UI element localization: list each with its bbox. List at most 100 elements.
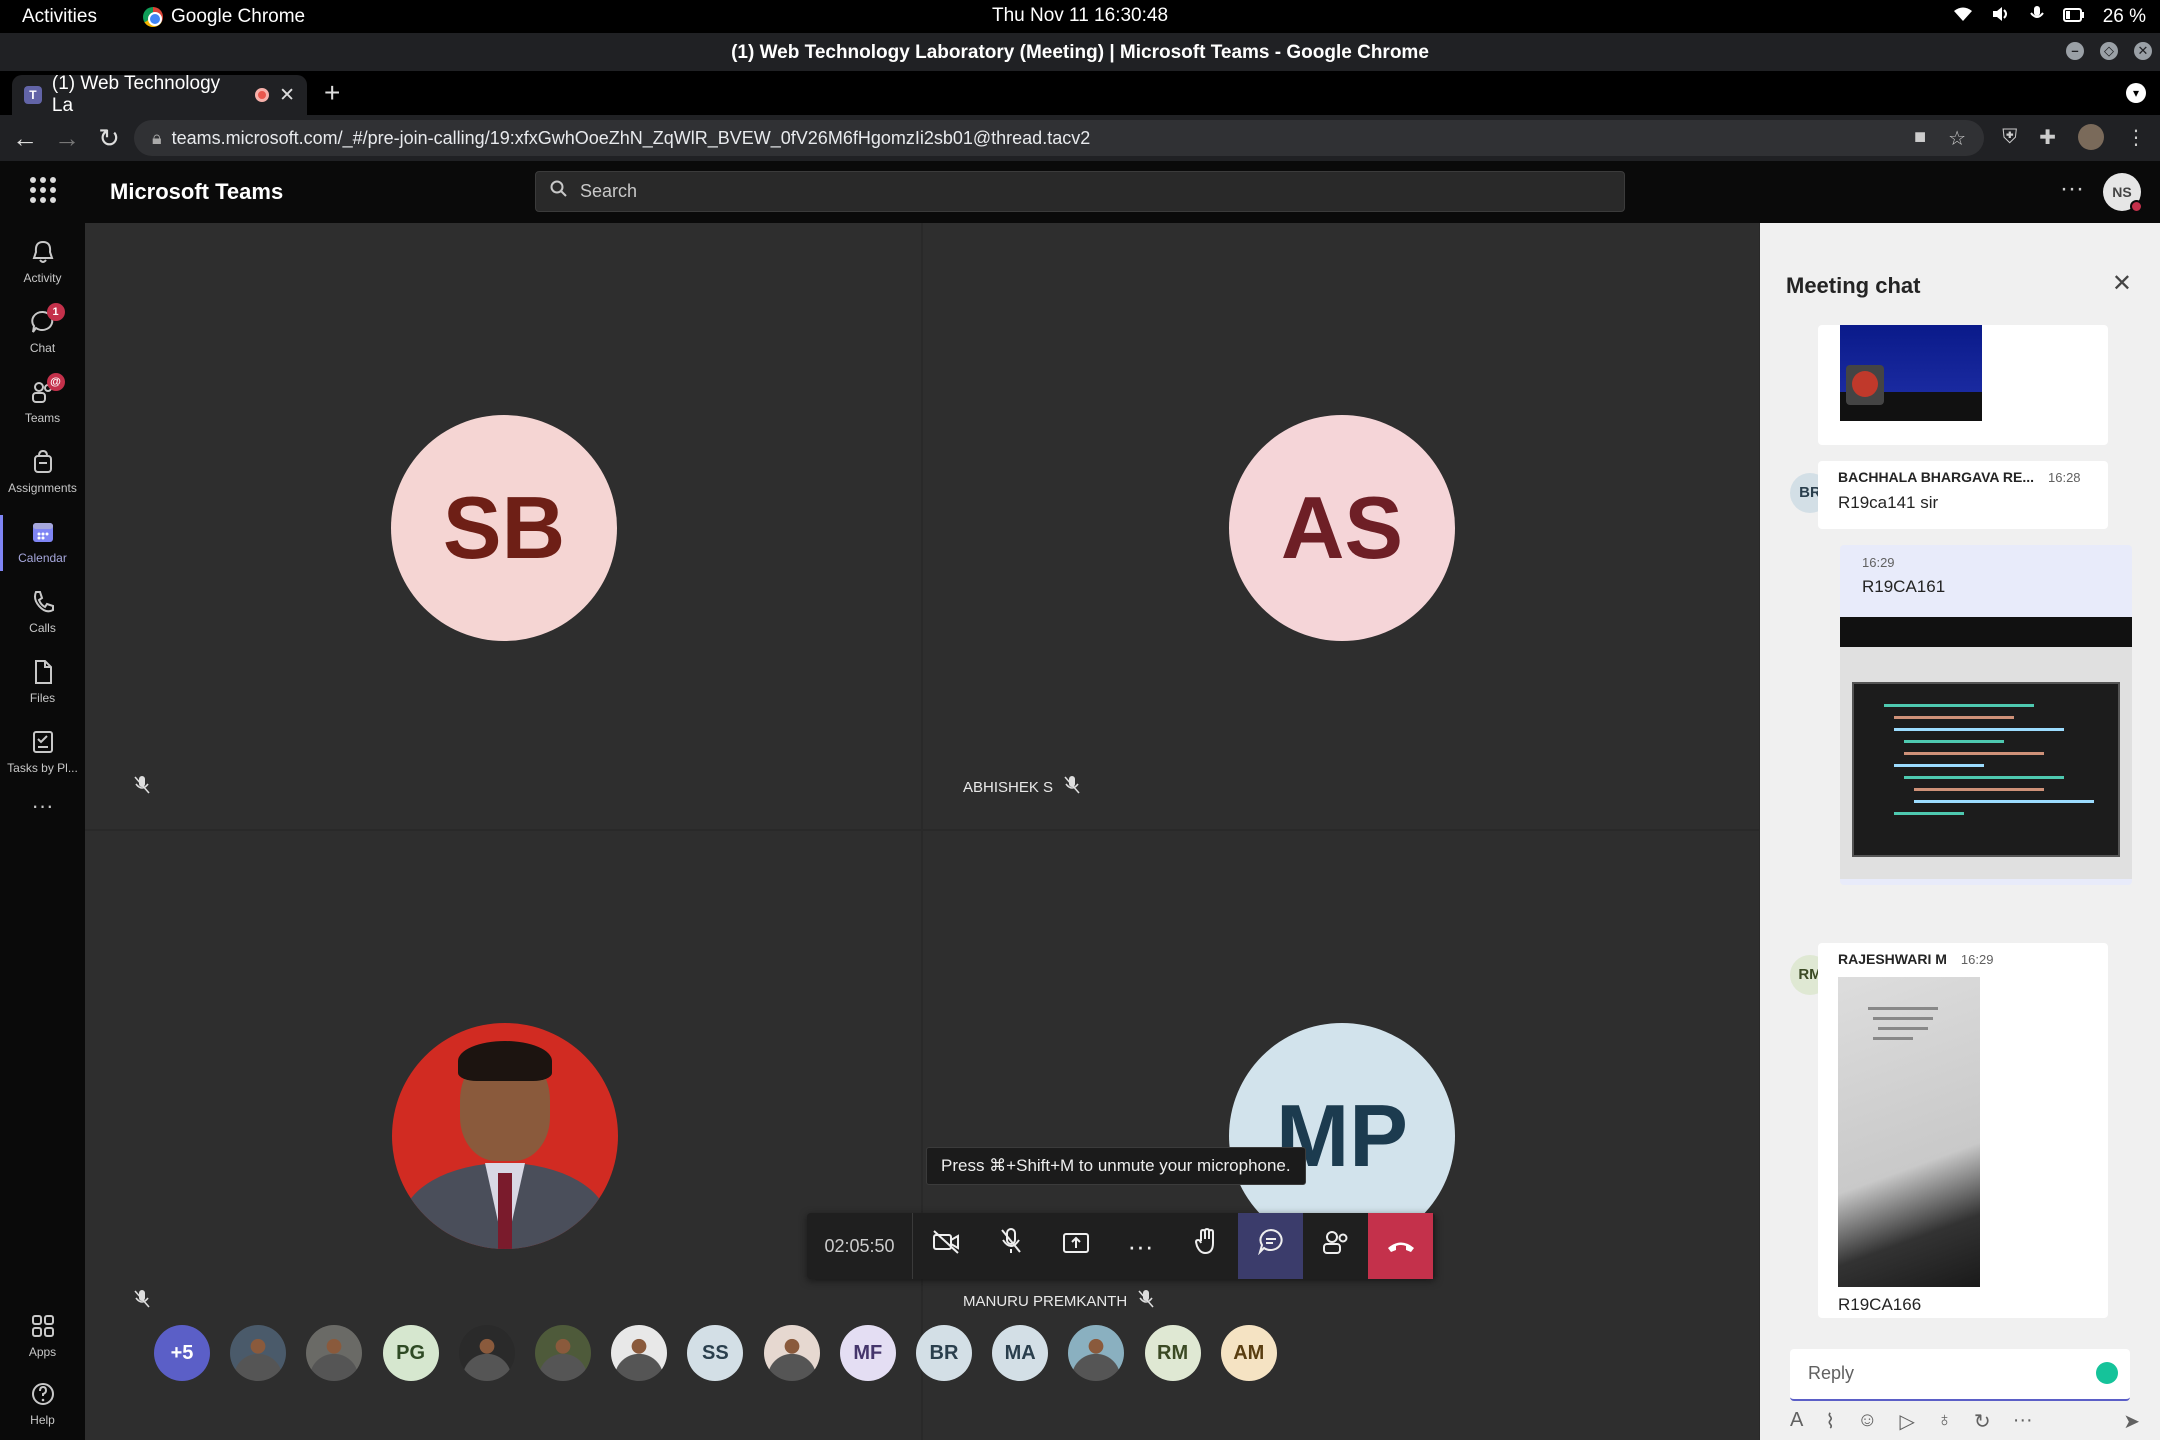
loop-icon[interactable]: ↻	[1974, 1409, 1991, 1434]
window-controls: – ◇ ✕	[2066, 42, 2152, 60]
app-menu-label: Google Chrome	[171, 6, 306, 27]
participant-initials-avatar[interactable]: PG	[382, 1325, 439, 1381]
participant-initials-avatar[interactable]: AM	[1220, 1325, 1277, 1381]
mic-off-icon	[133, 1289, 151, 1314]
camera-blocked-icon[interactable]: ■	[1914, 126, 1926, 151]
app-launcher-icon[interactable]	[30, 177, 56, 203]
participant-tile-as[interactable]: AS ABHISHEK S	[923, 223, 1759, 829]
rail-item-tasks[interactable]: Tasks by Pl...	[0, 721, 85, 787]
battery-icon	[2062, 6, 2085, 28]
rail-item-calendar[interactable]: Calendar	[0, 511, 85, 577]
more-actions-button[interactable]: ···	[1108, 1213, 1173, 1279]
participants-button[interactable]	[1303, 1213, 1368, 1279]
app-menu[interactable]: Google Chrome	[143, 6, 305, 28]
new-tab-button[interactable]: +	[324, 77, 340, 109]
rail-item-apps[interactable]: Apps	[0, 1305, 85, 1371]
praise-icon[interactable]: ♁	[1937, 1409, 1952, 1434]
address-bar[interactable]: 🔒︎ teams.microsoft.com/_#/pre-join-calli…	[134, 120, 1984, 156]
message-sender: BACHHALA BHARGAVA RE...	[1838, 469, 2034, 485]
chrome-menu-icon[interactable]: ⋮	[2126, 125, 2146, 150]
grammarly-icon[interactable]	[2096, 1362, 2118, 1384]
bookmark-star-icon[interactable]: ☆	[1948, 126, 1966, 151]
more-apps-icon: ···	[31, 793, 54, 818]
hang-up-button[interactable]	[1368, 1213, 1433, 1279]
participant-photo-avatar[interactable]	[230, 1325, 287, 1381]
system-clock[interactable]: Thu Nov 11 16:30:48	[0, 5, 2160, 27]
participant-initials-avatar[interactable]: +5	[154, 1325, 210, 1381]
mic-toggle-button[interactable]	[978, 1213, 1043, 1279]
raise-hand-button[interactable]	[1173, 1213, 1238, 1279]
user-avatar[interactable]: NS	[2103, 173, 2143, 213]
participant-name: ABHISHEK S	[963, 779, 1054, 796]
recording-indicator-icon	[255, 88, 270, 102]
tasks-icon	[29, 729, 57, 757]
participant-initials-avatar[interactable]: MF	[839, 1325, 896, 1381]
rail-item-calls[interactable]: Calls	[0, 581, 85, 647]
reload-icon[interactable]: ↻	[92, 123, 126, 154]
participant-tile-sb[interactable]: SB	[85, 223, 921, 829]
wifi-icon	[1953, 6, 1973, 28]
share-screen-button[interactable]	[1043, 1213, 1108, 1279]
rail-label: Activity	[23, 271, 62, 285]
rail-item-assignments[interactable]: Assignments	[0, 441, 85, 507]
participant-photo-avatar[interactable]	[458, 1325, 515, 1381]
tab-search-icon[interactable]: ▾	[2126, 83, 2146, 103]
shared-screenshot[interactable]	[1840, 617, 2132, 879]
back-icon[interactable]: ←	[8, 123, 42, 154]
help-icon	[29, 1381, 57, 1409]
minimize-icon[interactable]: –	[2066, 42, 2084, 60]
send-icon[interactable]: ➤	[2123, 1409, 2140, 1434]
rail-label: Calendar	[18, 551, 67, 565]
call-controls-bar: 02:05:50 ···	[807, 1213, 1435, 1279]
shared-photo[interactable]	[1838, 977, 1980, 1287]
shared-image[interactable]	[1840, 325, 1982, 421]
format-icon[interactable]: A	[1790, 1409, 1803, 1434]
reply-input[interactable]: Reply	[1790, 1349, 2130, 1401]
more-apps-button[interactable]: ···	[0, 793, 85, 859]
profile-avatar[interactable]	[2078, 124, 2104, 150]
activities-button[interactable]: Activities	[22, 6, 97, 28]
emoji-icon[interactable]: ☺	[1857, 1409, 1877, 1434]
attach-icon[interactable]: ⌇	[1825, 1409, 1835, 1434]
chat-icon: 1	[29, 303, 65, 337]
rail-item-chat[interactable]: 1 Chat	[0, 301, 85, 367]
rail-item-files[interactable]: Files	[0, 651, 85, 717]
extensions-icon[interactable]: ✚	[2039, 125, 2056, 150]
system-tray[interactable]: 26 %	[1953, 5, 2146, 29]
participant-initials-avatar[interactable]: MA	[992, 1325, 1049, 1381]
participant-initials-avatar[interactable]: RM	[1144, 1325, 1201, 1381]
my-message-card: 16:29 R19CA161	[1840, 545, 2132, 885]
participant-photo-avatar[interactable]	[763, 1325, 820, 1381]
rail-item-activity[interactable]: Activity	[0, 231, 85, 297]
participant-initials-avatar[interactable]: BR	[916, 1325, 972, 1381]
search-input[interactable]: Search	[535, 171, 1625, 212]
browser-tab[interactable]: T (1) Web Technology La ✕	[12, 73, 307, 116]
rail-item-teams[interactable]: @ Teams	[0, 371, 85, 437]
forward-icon[interactable]: →	[50, 123, 84, 154]
participant-photo-avatar[interactable]	[306, 1325, 363, 1381]
participant-initials-avatar[interactable]: SS	[687, 1325, 744, 1381]
more-options-icon[interactable]: ···	[2060, 175, 2084, 203]
rail-item-help[interactable]: Help	[0, 1373, 85, 1439]
participant-photo-avatar[interactable]	[611, 1325, 668, 1381]
chat-message-card: RAJESHWARI M 16:29 R19CA166	[1818, 943, 2108, 1318]
calendar-icon	[29, 519, 57, 547]
close-window-icon[interactable]: ✕	[2134, 42, 2152, 60]
chat-toggle-button[interactable]	[1238, 1213, 1303, 1279]
participant-tile-mp[interactable]: MP MANURU PREMKANTH	[923, 831, 1759, 1440]
participant-photo-avatar[interactable]	[1068, 1325, 1125, 1381]
close-tab-icon[interactable]: ✕	[279, 84, 295, 107]
chat-badge: 1	[46, 303, 65, 321]
participant-name-bar: ABHISHEK S	[963, 775, 1081, 800]
url-text: teams.microsoft.com/_#/pre-join-calling/…	[171, 127, 1091, 148]
volume-icon	[1991, 6, 2011, 28]
more-compose-icon[interactable]: ···	[2013, 1409, 2033, 1434]
rail-label: Calls	[29, 621, 56, 635]
participant-photo-avatar[interactable]	[535, 1325, 591, 1381]
shield-extension-icon[interactable]: ⛨	[2002, 126, 2017, 149]
close-chat-icon[interactable]: ✕	[2112, 269, 2132, 298]
bell-icon	[29, 239, 57, 267]
maximize-icon[interactable]: ◇	[2100, 42, 2118, 60]
giphy-icon[interactable]: ▷	[1900, 1409, 1915, 1434]
camera-toggle-button[interactable]	[913, 1213, 978, 1279]
